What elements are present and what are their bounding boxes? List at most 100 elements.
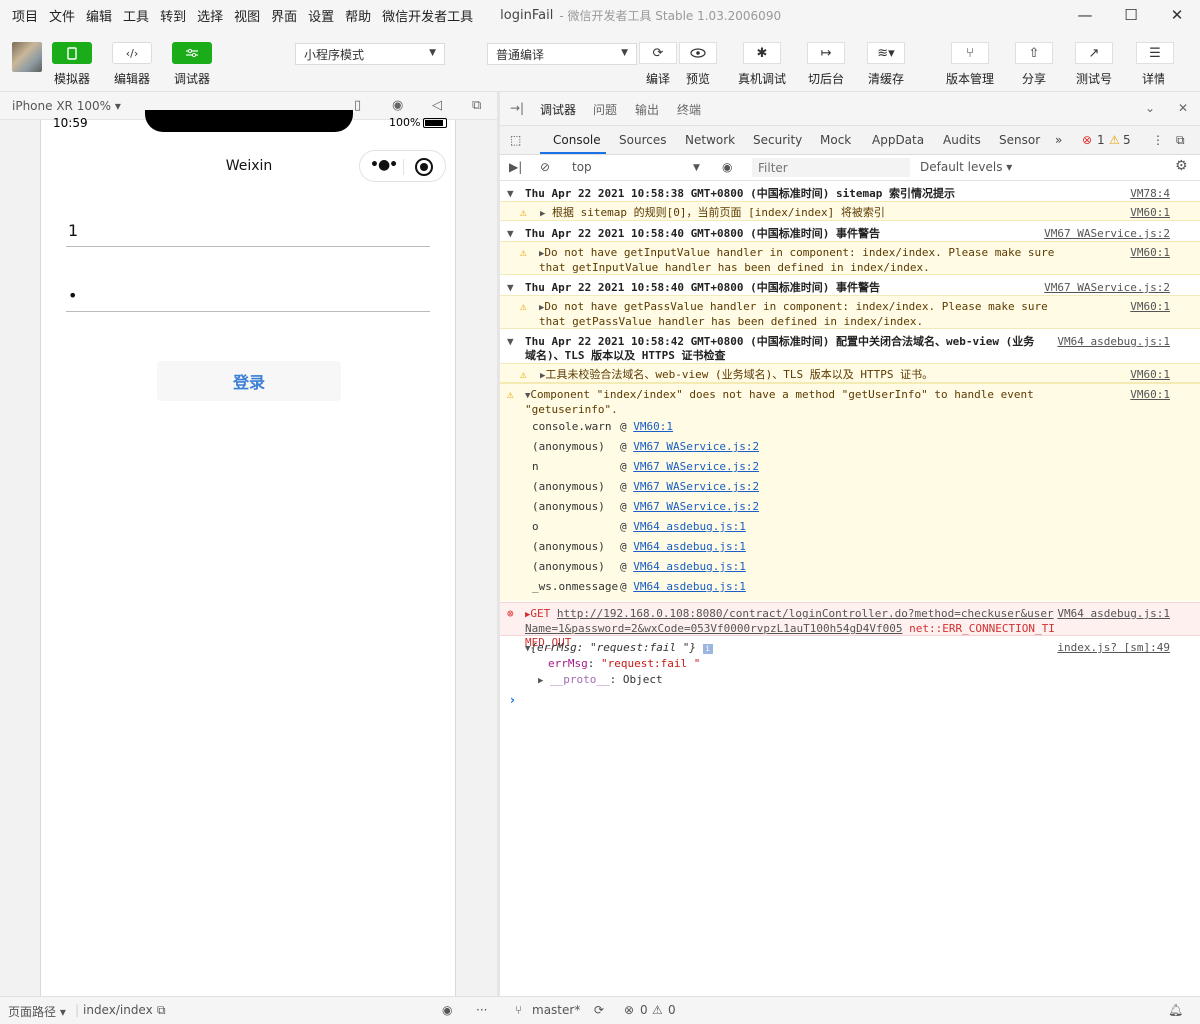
source-link[interactable]: VM64 asdebug.js:1 (1057, 335, 1170, 349)
chevron-down-icon[interactable]: ⌄ (1145, 101, 1155, 115)
tab-sensor[interactable]: Sensor (999, 133, 1040, 147)
tab-console[interactable]: Console (553, 133, 601, 147)
editor-toggle-button[interactable]: ‹/› (112, 42, 152, 64)
inspect-icon[interactable]: ⬚ (510, 133, 521, 147)
login-button[interactable]: 登录 (157, 361, 341, 401)
source-link[interactable]: VM60:1 (1130, 206, 1170, 220)
version-button[interactable]: ⑂ (951, 42, 989, 64)
triangle-right-icon[interactable]: ▶ (540, 209, 545, 219)
sidebar-toggle-icon[interactable]: ▶| (509, 160, 522, 174)
menu-item[interactable]: 选择 (197, 6, 223, 25)
source-link[interactable]: VM64 asdebug.js:1 (633, 540, 746, 553)
menu-item[interactable]: 设置 (308, 6, 334, 25)
source-link[interactable]: VM64 asdebug.js:1 (1057, 607, 1170, 621)
triangle-right-icon[interactable]: ▶ (538, 676, 543, 686)
test-account-button[interactable]: ↗ (1075, 42, 1113, 64)
console-prompt[interactable]: › (510, 693, 515, 707)
password-input[interactable]: • (66, 286, 430, 312)
device-select[interactable]: iPhone XR 100% ▾ (12, 99, 121, 113)
tab-debugger[interactable]: 调试器 (540, 101, 576, 118)
console-group-header[interactable]: ▼ Thu Apr 22 2021 10:58:40 GMT+0800 (中国标… (500, 277, 1200, 295)
source-link[interactable]: VM64 asdebug.js:1 (633, 580, 746, 593)
tab-security[interactable]: Security (753, 133, 802, 147)
menu-item[interactable]: 视图 (234, 6, 260, 25)
compile-button[interactable]: ⟳ (639, 42, 677, 64)
source-link[interactable]: VM67 WAService.js:2 (633, 480, 759, 493)
source-link[interactable]: VM60:1 (633, 420, 673, 433)
tab-mock[interactable]: Mock (820, 133, 851, 147)
console-group-header[interactable]: ▼ Thu Apr 22 2021 10:58:40 GMT+0800 (中国标… (500, 223, 1200, 241)
source-link[interactable]: VM64 asdebug.js:1 (633, 560, 746, 573)
status-warning-count[interactable]: 0 (668, 1003, 676, 1017)
menu-item[interactable]: 工具 (123, 6, 149, 25)
console-group-header[interactable]: ▼ Thu Apr 22 2021 10:58:38 GMT+0800 (中国标… (500, 183, 1200, 201)
close-panel-icon[interactable]: ✕ (1178, 101, 1188, 115)
error-count-icon[interactable]: ⊗ (1082, 133, 1092, 147)
close-target-icon[interactable] (415, 158, 433, 176)
menu-item[interactable]: 转到 (160, 6, 186, 25)
preview-button[interactable] (679, 42, 717, 64)
phone-icon[interactable]: ▯ (354, 98, 361, 113)
volume-icon[interactable]: ◁ (432, 98, 442, 113)
tab-issues[interactable]: 问题 (593, 101, 617, 118)
undock-icon[interactable]: ⧉ (1176, 133, 1185, 148)
source-link[interactable]: VM64 asdebug.js:1 (633, 520, 746, 533)
warning-count-icon[interactable]: ⚠ (1109, 133, 1120, 147)
git-branch[interactable]: master* (532, 1003, 580, 1017)
source-link[interactable]: VM60:1 (1130, 300, 1170, 314)
share-button[interactable]: ⇧ (1015, 42, 1053, 64)
console-group-header[interactable]: ▼ Thu Apr 22 2021 10:58:42 GMT+0800 (中国标… (500, 331, 1200, 363)
tab-appdata[interactable]: AppData (872, 133, 924, 147)
username-input[interactable]: 1 (66, 221, 430, 247)
mode-select[interactable]: 小程序模式 ▼ (295, 43, 445, 65)
source-link[interactable]: VM67 WAService.js:2 (633, 460, 759, 473)
simulator-toggle-button[interactable] (52, 42, 92, 64)
compile-select[interactable]: 普通编译 ▼ (487, 43, 637, 65)
menu-item[interactable]: 项目 (12, 6, 38, 25)
maximize-icon[interactable]: ☐ (1108, 0, 1154, 30)
menu-item[interactable]: 文件 (49, 6, 75, 25)
status-error-count[interactable]: 0 (640, 1003, 648, 1017)
menu-item[interactable]: 界面 (271, 6, 297, 25)
eye-icon[interactable]: ◉ (722, 160, 732, 174)
page-path-select[interactable]: 页面路径 ▾ (8, 1003, 66, 1020)
menu-item[interactable]: 编辑 (86, 6, 112, 25)
source-link[interactable]: VM67 WAService.js:2 (1044, 281, 1170, 295)
gear-icon[interactable]: ⚙ (1175, 158, 1188, 174)
real-device-debug-button[interactable]: ✱ (743, 42, 781, 64)
tab-network[interactable]: Network (685, 133, 735, 147)
source-link[interactable]: VM60:1 (1130, 368, 1170, 382)
clear-console-icon[interactable]: ⊘ (540, 160, 550, 174)
switch-backend-button[interactable]: ↦ (807, 42, 845, 64)
menu-item[interactable]: 微信开发者工具 (382, 6, 473, 25)
source-link[interactable]: VM67 WAService.js:2 (1044, 227, 1170, 241)
popout-icon[interactable]: ⧉ (472, 98, 481, 113)
kebab-menu-icon[interactable]: ⋮ (1152, 133, 1164, 147)
more-icon[interactable]: ··· (476, 1003, 487, 1017)
eye-icon[interactable]: ◉ (442, 1003, 452, 1017)
close-icon[interactable]: ✕ (1154, 0, 1200, 30)
bell-icon[interactable]: 🔔︎ (1168, 1003, 1183, 1017)
tab-terminal[interactable]: 终端 (677, 101, 701, 118)
copy-icon[interactable]: ⧉ (157, 1003, 166, 1018)
source-link[interactable]: VM67 WAService.js:2 (633, 500, 759, 513)
source-link[interactable]: VM60:1 (1130, 246, 1170, 260)
source-link[interactable]: VM60:1 (1130, 388, 1170, 402)
dock-icon[interactable]: →| (510, 101, 524, 115)
tab-sources[interactable]: Sources (619, 133, 666, 147)
tab-audits[interactable]: Audits (943, 133, 981, 147)
clear-cache-button[interactable]: ≋▾ (867, 42, 905, 64)
sync-icon[interactable]: ⟳ (594, 1003, 604, 1017)
more-dots-icon[interactable]: •●• (370, 157, 398, 173)
minimize-icon[interactable]: — (1062, 0, 1108, 30)
source-link[interactable]: index.js? [sm]:49 (1057, 641, 1170, 655)
debugger-toggle-button[interactable] (172, 42, 212, 64)
filter-input[interactable] (752, 158, 910, 177)
tab-output[interactable]: 输出 (635, 101, 659, 118)
avatar[interactable] (12, 42, 42, 72)
source-link[interactable]: VM67 WAService.js:2 (633, 440, 759, 453)
context-select[interactable]: top (572, 160, 592, 174)
menu-item[interactable]: 帮助 (345, 6, 371, 25)
record-icon[interactable]: ◉ (392, 98, 403, 113)
info-icon[interactable]: i (702, 644, 713, 654)
